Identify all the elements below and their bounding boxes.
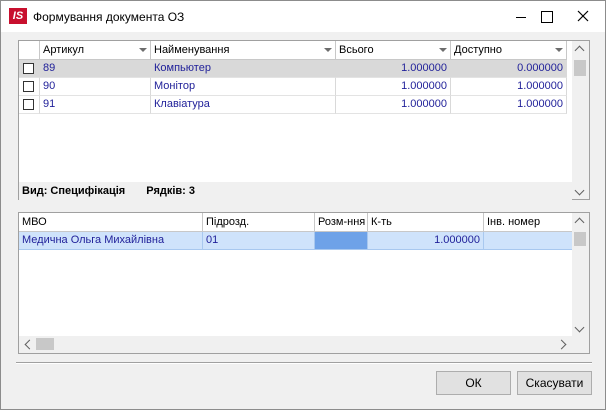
column-header-name[interactable]: Найменування	[151, 41, 336, 60]
column-header-label: Всього	[339, 44, 374, 56]
table-row[interactable]: 91 Клавіатура 1.000000 1.000000	[19, 96, 567, 114]
dialog-window: IS Формування документа ОЗ Артикул Найме…	[0, 0, 606, 410]
name-cell[interactable]: Клавіатура	[151, 96, 336, 114]
scrollbar-thumb[interactable]	[36, 338, 54, 350]
scrollbar-thumb[interactable]	[574, 232, 586, 246]
available-cell[interactable]: 1.000000	[451, 96, 567, 114]
scroll-left-icon[interactable]	[24, 341, 30, 349]
close-icon	[577, 10, 589, 22]
app-logo-icon: IS	[9, 8, 27, 24]
close-button[interactable]	[561, 1, 605, 32]
column-header-inventory-number[interactable]: Інв. номер	[484, 213, 574, 232]
grid-status-bar: Вид: Специфікація Рядків: 3	[19, 182, 572, 200]
column-header-label: Підрозд.	[206, 216, 250, 228]
name-cell[interactable]: Компьютер	[151, 60, 336, 78]
scroll-down-icon[interactable]	[576, 189, 584, 194]
vertical-scrollbar[interactable]	[572, 41, 589, 199]
table-row[interactable]: 89 Компьютер 1.000000 0.000000	[19, 60, 567, 78]
divider	[16, 362, 592, 364]
scrollbar-thumb[interactable]	[574, 60, 586, 76]
column-header-label: МВО	[22, 216, 47, 228]
ok-button[interactable]: ОК	[436, 371, 511, 395]
column-header-label: Розм-ння	[318, 216, 366, 228]
article-cell[interactable]: 90	[40, 78, 151, 96]
checkbox-column-header	[19, 41, 40, 60]
article-cell[interactable]: 89	[40, 60, 151, 78]
scroll-right-icon[interactable]	[560, 341, 566, 349]
column-header-total[interactable]: Всього	[336, 41, 451, 60]
total-cell[interactable]: 1.000000	[336, 78, 451, 96]
scroll-down-icon[interactable]	[576, 326, 584, 331]
available-cell[interactable]: 1.000000	[451, 78, 567, 96]
placement-cell[interactable]	[315, 232, 368, 250]
article-cell[interactable]: 91	[40, 96, 151, 114]
column-header-label: Доступно	[454, 44, 503, 56]
vertical-scrollbar[interactable]	[572, 213, 589, 336]
column-header-label: К-ть	[371, 216, 392, 228]
row-checkbox[interactable]	[23, 99, 34, 110]
chevron-down-icon[interactable]	[324, 48, 332, 52]
chevron-down-icon[interactable]	[139, 48, 147, 52]
scroll-up-icon[interactable]	[576, 216, 584, 221]
department-cell[interactable]: 01	[203, 232, 315, 250]
specification-grid[interactable]: Артикул Найменування Всього Доступно 89 …	[18, 40, 590, 200]
row-checkbox[interactable]	[23, 81, 34, 92]
scrollbar-corner	[572, 336, 589, 353]
rows-count-label: Рядків: 3	[146, 185, 196, 197]
window-title: Формування документа ОЗ	[33, 10, 185, 24]
column-header-article[interactable]: Артикул	[40, 41, 151, 60]
table-row[interactable]: Медична Ольга Михайлівна 01 1.000000	[19, 232, 573, 250]
column-header-label: Найменування	[154, 44, 230, 56]
responsible-persons-grid[interactable]: МВО Підрозд. Розм-ння К-ть Інв. номер Ме…	[18, 212, 590, 354]
checkbox-cell[interactable]	[19, 60, 40, 78]
row-checkbox[interactable]	[23, 63, 34, 74]
column-header-placement[interactable]: Розм-ння	[315, 213, 368, 232]
column-header-available[interactable]: Доступно	[451, 41, 567, 60]
total-cell[interactable]: 1.000000	[336, 60, 451, 78]
column-header-quantity[interactable]: К-ть	[368, 213, 484, 232]
mvo-cell[interactable]: Медична Ольга Михайлівна	[19, 232, 203, 250]
column-header-label: Інв. номер	[487, 216, 541, 228]
scroll-up-icon[interactable]	[576, 44, 584, 49]
total-cell[interactable]: 1.000000	[336, 96, 451, 114]
available-cell[interactable]: 0.000000	[451, 60, 567, 78]
cancel-button[interactable]: Скасувати	[517, 371, 592, 395]
column-header-mvo[interactable]: МВО	[19, 213, 203, 232]
column-header-label: Артикул	[43, 44, 85, 56]
table-row[interactable]: 90 Монітор 1.000000 1.000000	[19, 78, 567, 96]
name-cell[interactable]: Монітор	[151, 78, 336, 96]
chevron-down-icon[interactable]	[439, 48, 447, 52]
checkbox-cell[interactable]	[19, 96, 40, 114]
chevron-down-icon[interactable]	[555, 48, 563, 52]
quantity-cell[interactable]: 1.000000	[368, 232, 484, 250]
view-label: Вид: Специфікація	[22, 185, 126, 197]
horizontal-scrollbar[interactable]	[19, 336, 572, 353]
title-bar[interactable]: IS Формування документа ОЗ	[1, 1, 605, 32]
maximize-button[interactable]	[532, 1, 562, 32]
checkbox-cell[interactable]	[19, 78, 40, 96]
column-header-department[interactable]: Підрозд.	[203, 213, 315, 232]
inventory-number-cell[interactable]	[484, 232, 573, 250]
